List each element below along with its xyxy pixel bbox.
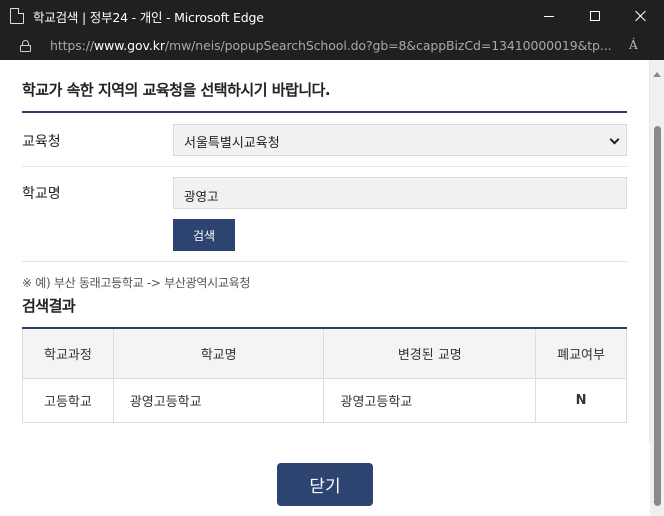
office-select-value: 서울특별시교육청 [184,136,280,151]
cell-school-name[interactable]: 광영고등학교 [112,377,325,423]
example-note: ※ 예) 부산 동래고등학교 -> 부산광역시교육청 [22,276,251,290]
column-header-school-name: 학교명 [112,328,325,379]
results-title: 검색결과 [22,297,76,315]
school-label: 학교명 [22,186,61,202]
cell-closed: N [535,377,627,423]
url-path: /mw/neis/popupSearchSchool.do?gb=8&cappB… [164,38,612,53]
row-divider [22,166,627,167]
table-header-row: 학교과정 학교명 변경된 교명 폐교여부 [22,328,627,379]
scroll-up-icon[interactable] [653,72,661,77]
column-header-course: 학교과정 [22,328,114,379]
cell-course: 고등학교 [22,377,114,423]
popup-footer: 닫기 [0,442,650,516]
table-row[interactable]: 고등학교 광영고등학교 광영고등학교 N [22,377,627,423]
url-text[interactable]: https://www.gov.kr/mw/neis/popupSearchSc… [50,38,615,53]
heading-divider [22,111,627,113]
url-prefix: https:// [50,38,95,53]
read-aloud-icon[interactable]: Á [629,38,638,52]
page-content: 학교가 속한 지역의 교육청을 선택하시기 바랍니다. 교육청 서울특별시교육청… [0,60,664,516]
school-name-input[interactable]: 광영고 [173,177,627,209]
scroll-down-icon[interactable] [653,501,661,506]
close-button[interactable]: 닫기 [277,463,373,506]
window-title: 학교검색 | 정부24 - 개인 - Microsoft Edge [33,9,264,25]
maximize-icon [590,11,600,21]
row-divider [22,261,627,262]
office-select[interactable]: 서울특별시교육청 [173,124,627,156]
search-form-area: 학교가 속한 지역의 교육청을 선택하시기 바랍니다. 교육청 서울특별시교육청… [0,60,650,442]
column-header-changed-name: 변경된 교명 [323,328,537,379]
address-bar[interactable]: https://www.gov.kr/mw/neis/popupSearchSc… [0,32,664,60]
column-header-closed: 폐교여부 [535,328,627,379]
maximize-button[interactable] [572,0,618,32]
close-icon [635,10,647,22]
url-domain: www.gov.kr [94,38,165,53]
page-icon [10,8,24,24]
office-label: 교육청 [22,134,61,150]
chevron-down-icon [609,134,620,145]
search-button[interactable]: 검색 [173,219,235,251]
results-table: 학교과정 학교명 변경된 교명 폐교여부 고등학교 광영고등학교 광영고등학교 … [22,327,627,423]
window-controls [526,0,664,32]
cell-changed-name: 광영고등학교 [323,377,537,423]
instruction-heading: 학교가 속한 지역의 교육청을 선택하시기 바랍니다. [22,81,331,99]
lock-icon[interactable] [20,40,31,52]
close-window-button[interactable] [618,0,664,32]
title-bar: 학교검색 | 정부24 - 개인 - Microsoft Edge [0,0,664,32]
minimize-button[interactable] [526,0,572,32]
minimize-icon [544,15,554,17]
vertical-scrollbar[interactable] [650,60,664,516]
scrollbar-thumb[interactable] [654,126,661,506]
